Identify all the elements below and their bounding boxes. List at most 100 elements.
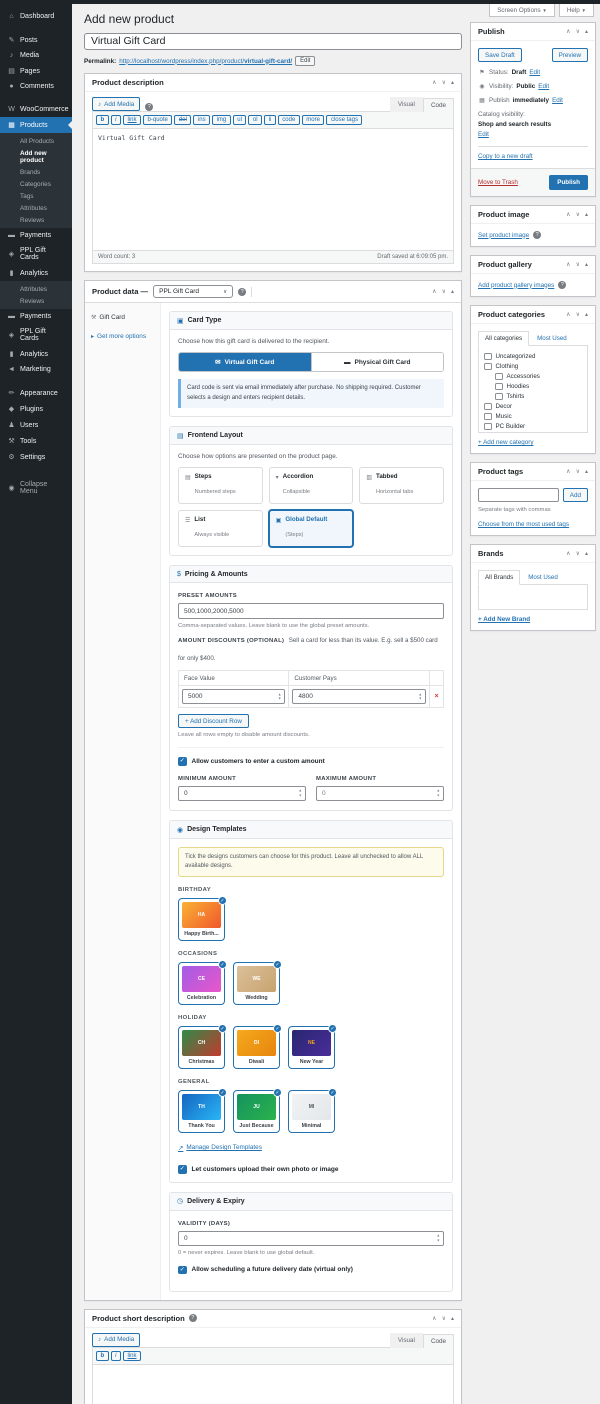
category-clothing[interactable]: Clothing: [484, 363, 582, 371]
sidebar-item-reviews-2[interactable]: Reviews: [0, 295, 72, 307]
checkbox[interactable]: [495, 373, 503, 381]
short-description-textarea[interactable]: ◢: [93, 1364, 453, 1404]
layout-option-list[interactable]: ☰ListAlways visible: [178, 510, 263, 547]
move-up-icon[interactable]: ∧: [566, 211, 570, 218]
sidebar-item-attributes-2[interactable]: Attributes: [0, 283, 72, 295]
category-tshirts[interactable]: Tshirts: [495, 393, 582, 401]
physical-gift-card-option[interactable]: ▬Physical Gift Card: [311, 353, 444, 371]
sidebar-item-users[interactable]: ♟Users: [0, 417, 72, 433]
move-down-icon[interactable]: ∨: [442, 79, 446, 86]
minimum-amount-input[interactable]: 0▲▼: [178, 786, 306, 801]
design-card-thank-you[interactable]: ✓ TH Thank You: [178, 1090, 225, 1133]
sidebar-item-appearance[interactable]: ✏Appearance: [0, 385, 72, 401]
move-up-icon[interactable]: ∧: [566, 468, 570, 475]
tags-input[interactable]: [478, 488, 559, 502]
category-uncategorized[interactable]: Uncategorized: [484, 353, 582, 361]
remove-row-button[interactable]: ×: [430, 686, 444, 708]
design-card-minimal[interactable]: ✓ MI Minimal: [288, 1090, 335, 1133]
help-icon[interactable]: ?: [558, 281, 566, 289]
move-up-icon[interactable]: ∧: [566, 28, 570, 35]
toggle-panel-icon[interactable]: ▴: [585, 28, 588, 35]
add-media-button[interactable]: ♪Add Media: [92, 1333, 140, 1347]
help-icon[interactable]: ?: [189, 1314, 197, 1322]
sidebar-item-marketing[interactable]: ◄Marketing: [0, 362, 72, 377]
tab-code[interactable]: Code: [423, 98, 454, 112]
qt-li-button[interactable]: li: [264, 115, 276, 125]
design-card-wedding[interactable]: ✓ WE Wedding: [233, 962, 280, 1005]
layout-option-tabbed[interactable]: ▥TabbedHorizontal tabs: [359, 467, 444, 504]
qt-bold-button[interactable]: b: [96, 115, 109, 125]
tab-visual[interactable]: Visual: [390, 1333, 423, 1348]
toggle-panel-icon[interactable]: ▴: [585, 468, 588, 475]
preview-button[interactable]: Preview: [552, 48, 588, 62]
checkbox[interactable]: [495, 383, 503, 391]
category-music[interactable]: Music: [484, 413, 582, 421]
virtual-gift-card-option[interactable]: ✉Virtual Gift Card: [179, 353, 311, 371]
qt-more-button[interactable]: more: [302, 115, 325, 125]
toggle-panel-icon[interactable]: ▴: [585, 311, 588, 318]
set-product-image-link[interactable]: Set product image: [478, 232, 529, 239]
sidebar-item-pages[interactable]: ▤Pages: [0, 63, 72, 79]
edit-catalog-visibility-link[interactable]: Edit: [478, 131, 588, 138]
tab-get-more-options[interactable]: ▸Get more options: [85, 329, 160, 344]
add-media-button[interactable]: ♪Add Media: [92, 97, 140, 111]
custom-amount-checkbox[interactable]: ✓: [178, 757, 187, 766]
sidebar-collapse-menu[interactable]: ◉Collapse Menu: [0, 477, 72, 499]
tab-gift-card[interactable]: ⚒Gift Card: [85, 310, 160, 325]
design-card-new-year[interactable]: ✓ NE New Year: [288, 1026, 335, 1069]
layout-option-global-default[interactable]: ▣Global Default(Steps): [269, 510, 354, 547]
sidebar-item-analytics-2[interactable]: ▮Analytics: [0, 346, 72, 362]
sidebar-item-add-new-product[interactable]: Add new product: [0, 147, 72, 166]
help-icon[interactable]: ?: [238, 288, 246, 296]
description-textarea[interactable]: Virtual Gift Card: [93, 128, 453, 250]
sidebar-item-reviews[interactable]: Reviews: [0, 214, 72, 226]
qt-bold-button[interactable]: b: [96, 1351, 109, 1361]
toggle-panel-icon[interactable]: ▴: [451, 79, 454, 86]
manage-design-templates-link[interactable]: ↗Manage Design Templates: [178, 1144, 262, 1152]
help-icon[interactable]: ?: [533, 231, 541, 239]
qt-italic-button[interactable]: i: [111, 1351, 121, 1361]
qt-link-button[interactable]: link: [123, 115, 141, 125]
sidebar-item-ppl-gift-cards[interactable]: ◈PPL Gift Cards: [0, 243, 72, 265]
category-pc-builder[interactable]: PC Builder: [484, 423, 582, 431]
qt-ul-button[interactable]: ul: [233, 115, 247, 125]
tab-all-brands[interactable]: All Brands: [478, 570, 520, 585]
move-up-icon[interactable]: ∧: [566, 261, 570, 268]
move-to-trash-link[interactable]: Move to Trash: [478, 179, 518, 186]
toggle-panel-icon[interactable]: ▴: [585, 261, 588, 268]
design-card-christmas[interactable]: ✓ CH Christmas: [178, 1026, 225, 1069]
schedule-delivery-checkbox[interactable]: ✓: [178, 1266, 187, 1275]
tab-most-used[interactable]: Most Used: [535, 332, 569, 345]
category-accessories[interactable]: Accessories: [495, 373, 582, 381]
preset-amounts-input[interactable]: 500,1000,2000,5000: [178, 603, 444, 619]
category-decor[interactable]: Decor: [484, 403, 582, 411]
move-down-icon[interactable]: ∨: [576, 550, 580, 557]
move-up-icon[interactable]: ∧: [432, 288, 436, 295]
layout-option-steps[interactable]: ▤StepsNumbered steps: [178, 467, 263, 504]
permalink-edit-button[interactable]: Edit: [295, 56, 315, 66]
move-up-icon[interactable]: ∧: [566, 550, 570, 557]
qt-italic-button[interactable]: i: [111, 115, 121, 125]
sidebar-item-plugins[interactable]: ◆Plugins: [0, 401, 72, 417]
copy-to-new-draft-link[interactable]: Copy to a new draft: [478, 153, 533, 160]
help-button[interactable]: Help ▼: [559, 4, 594, 17]
checkbox[interactable]: [484, 423, 492, 431]
add-new-brand-link[interactable]: + Add New Brand: [478, 616, 530, 623]
move-down-icon[interactable]: ∨: [576, 311, 580, 318]
checkbox[interactable]: [484, 403, 492, 411]
save-draft-button[interactable]: Save Draft: [478, 48, 522, 62]
category-hoodies[interactable]: Hoodies: [495, 383, 582, 391]
qt-bquote-button[interactable]: b-quote: [143, 115, 172, 125]
toggle-panel-icon[interactable]: ▴: [585, 211, 588, 218]
add-tag-button[interactable]: Add: [563, 488, 588, 502]
sidebar-item-all-products[interactable]: All Products: [0, 135, 72, 147]
tab-visual[interactable]: Visual: [390, 97, 423, 112]
toggle-panel-icon[interactable]: ▴: [451, 1315, 454, 1322]
screen-options-button[interactable]: Screen Options ▼: [489, 4, 555, 17]
toggle-panel-icon[interactable]: ▴: [585, 550, 588, 557]
spinner[interactable]: ▲▼: [418, 692, 422, 701]
edit-visibility-link[interactable]: Edit: [538, 83, 549, 90]
face-value-input[interactable]: 5000▲▼: [182, 689, 285, 704]
qt-link-button[interactable]: link: [123, 1351, 141, 1361]
design-card-diwali[interactable]: ✓ DI Diwali: [233, 1026, 280, 1069]
